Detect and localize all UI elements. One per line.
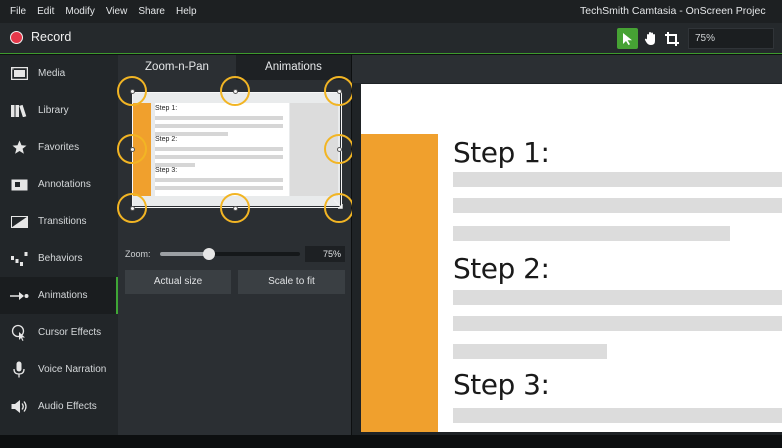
zoom-slider[interactable] bbox=[160, 248, 300, 260]
sidebar-item-label: Library bbox=[38, 105, 69, 116]
books-icon bbox=[10, 104, 26, 117]
slide-step-3-title: Step 3: bbox=[453, 368, 550, 401]
cursor-effect-icon bbox=[11, 324, 25, 341]
transition-icon bbox=[10, 215, 28, 228]
canvas-slide[interactable]: Step 1: Step 2: Step 3: bbox=[361, 84, 782, 432]
sidebar-item-behaviors[interactable]: Behaviors bbox=[0, 240, 118, 277]
sidebar-item-favorites[interactable]: Favorites bbox=[0, 129, 118, 166]
menu-modify[interactable]: Modify bbox=[60, 6, 99, 17]
scale-to-fit-button[interactable]: Scale to fit bbox=[238, 270, 345, 294]
sidebar-item-label: Animations bbox=[38, 290, 88, 301]
sidebar-item-label: Transitions bbox=[38, 216, 87, 227]
zoom-label: Zoom: bbox=[125, 249, 151, 259]
sidebar-item-transitions[interactable]: Transitions bbox=[0, 203, 118, 240]
sidebar-item-voice-narration[interactable]: Voice Narration bbox=[0, 351, 118, 388]
sidebar-item-library[interactable]: Library bbox=[0, 92, 118, 129]
film-strip-icon bbox=[10, 67, 28, 80]
menu-edit[interactable]: Edit bbox=[32, 6, 59, 17]
star-icon bbox=[12, 140, 26, 154]
sidebar-item-label: Audio Effects bbox=[38, 401, 97, 412]
window-title: TechSmith Camtasia - OnScreen Projec bbox=[580, 5, 766, 17]
record-button[interactable]: Record bbox=[10, 30, 71, 44]
zoom-handle-bottom-right[interactable] bbox=[324, 193, 354, 223]
handle-point bbox=[130, 206, 135, 211]
slide-step-1-title: Step 1: bbox=[453, 136, 550, 169]
handle-point bbox=[233, 206, 238, 211]
sidebar-item-cursor-effects[interactable]: Cursor Effects bbox=[0, 314, 118, 351]
canvas-top-bar bbox=[352, 55, 782, 83]
pan-tool-button[interactable] bbox=[640, 28, 661, 49]
handle-point bbox=[130, 89, 135, 94]
hand-icon bbox=[644, 32, 655, 45]
sidebar-item-label: Favorites bbox=[38, 142, 80, 153]
sidebar-item-label: Behaviors bbox=[38, 253, 83, 264]
actual-size-button[interactable]: Actual size bbox=[125, 270, 231, 294]
menu-share[interactable]: Share bbox=[133, 6, 170, 17]
menu-view[interactable]: View bbox=[101, 6, 133, 17]
record-label: Record bbox=[31, 30, 72, 44]
handle-point bbox=[233, 89, 238, 94]
canvas-zoom-field[interactable]: 75% bbox=[688, 28, 774, 49]
microphone-icon bbox=[13, 361, 25, 378]
slide-text-line bbox=[453, 198, 782, 213]
sidebar-item-label: Media bbox=[38, 68, 66, 79]
bottom-strip bbox=[0, 435, 782, 448]
record-icon bbox=[10, 30, 23, 44]
slide-text-line bbox=[453, 344, 607, 359]
slide-orange-stripe bbox=[361, 134, 438, 432]
slide-text-line bbox=[453, 226, 730, 241]
toolbar: Record 75% bbox=[0, 23, 782, 54]
sidebar-item-animations[interactable]: Animations bbox=[0, 277, 118, 314]
handle-point bbox=[337, 89, 342, 94]
zoom-rectangle[interactable] bbox=[132, 92, 342, 208]
tool-sidebar: Media Library Favorites Annotations Tran… bbox=[0, 55, 118, 435]
sidebar-item-label: Annotations bbox=[38, 179, 91, 190]
crop-icon bbox=[664, 31, 679, 46]
menu-file[interactable]: File bbox=[5, 6, 31, 17]
sidebar-item-label: Cursor Effects bbox=[38, 327, 102, 338]
crop-tool-button[interactable] bbox=[661, 28, 682, 49]
animation-arrow-icon bbox=[9, 291, 28, 300]
slide-text-line bbox=[453, 316, 782, 331]
behaviors-icon bbox=[10, 252, 27, 266]
menu-bar: File Edit Modify View Share Help TechSmi… bbox=[0, 0, 782, 23]
pointer-icon bbox=[622, 32, 632, 45]
pointer-tool-button[interactable] bbox=[617, 28, 638, 49]
sidebar-item-label: Voice Narration bbox=[38, 364, 107, 375]
zoom-slider-knob[interactable] bbox=[203, 248, 215, 260]
sidebar-item-annotations[interactable]: Annotations bbox=[0, 166, 118, 203]
callout-icon bbox=[11, 179, 27, 190]
handle-point bbox=[130, 147, 135, 152]
zoom-slider-fill bbox=[160, 252, 209, 256]
slide-text-line bbox=[453, 290, 782, 305]
slide-step-2-title: Step 2: bbox=[453, 252, 550, 285]
sidebar-item-audio-effects[interactable]: Audio Effects bbox=[0, 388, 118, 425]
slide-text-line bbox=[453, 408, 782, 423]
sidebar-item-media[interactable]: Media bbox=[0, 55, 118, 92]
slide-text-line bbox=[453, 172, 782, 187]
handle-point bbox=[337, 147, 342, 152]
speaker-icon bbox=[11, 400, 27, 413]
menu-help[interactable]: Help bbox=[171, 6, 202, 17]
zoom-value-field[interactable]: 75% bbox=[305, 246, 345, 262]
